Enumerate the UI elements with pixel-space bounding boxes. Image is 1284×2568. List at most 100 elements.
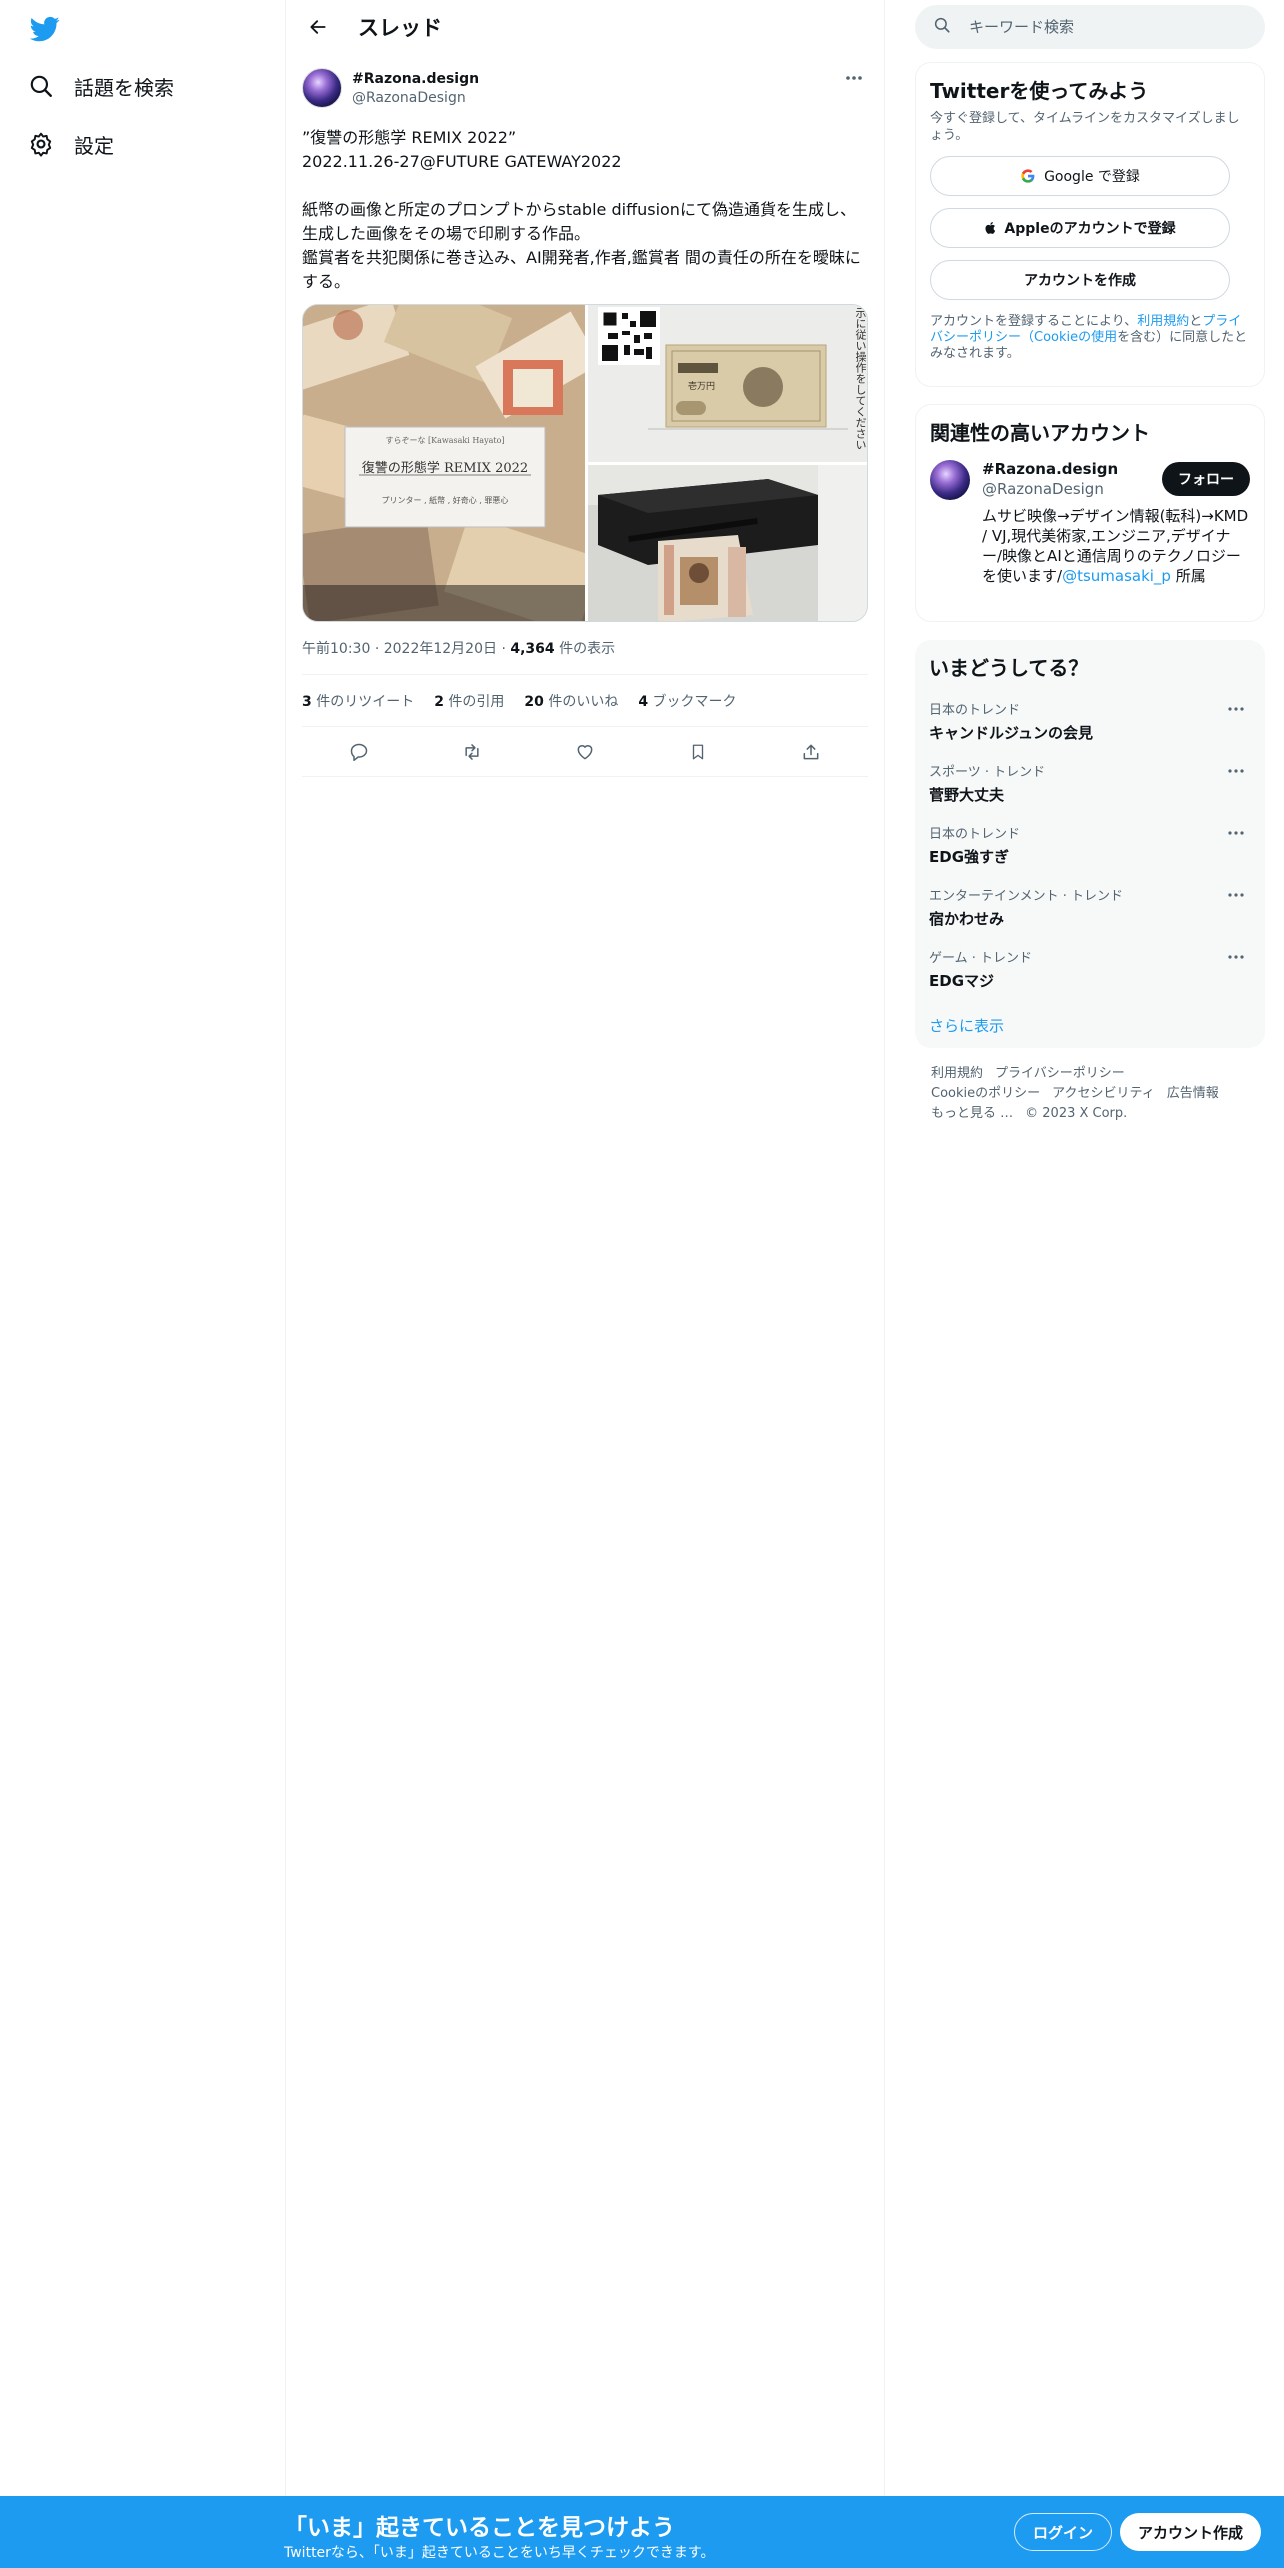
terms-prefix: アカウントを登録することにより、: [930, 314, 1138, 329]
signup-button[interactable]: アカウント作成: [1120, 2513, 1262, 2551]
footer-cookie-link[interactable]: Cookieのポリシー: [931, 1086, 1040, 1101]
author-handle[interactable]: @RazonaDesign: [352, 90, 479, 106]
follow-button[interactable]: フォロー: [1162, 462, 1250, 496]
media-image-printer[interactable]: [588, 465, 867, 621]
avatar[interactable]: [930, 460, 970, 500]
media-image-qr-banknote[interactable]: 壱万円 示に従い操作をしてください: [588, 305, 867, 462]
retweets-stat[interactable]: 3 件のリツイート: [302, 691, 414, 711]
footer-ads-link[interactable]: 広告情報: [1167, 1086, 1219, 1101]
views-label: 件の表示: [559, 641, 616, 657]
quotes-stat[interactable]: 2 件の引用: [434, 691, 504, 711]
nav-explore-label: 話題を検索: [74, 75, 174, 100]
nav-settings[interactable]: 設定: [26, 122, 114, 166]
main-column: スレッド #Razona.design @RazonaDesign ”復讐の形態…: [286, 0, 885, 2568]
footer-more-link[interactable]: もっと見る …: [931, 1106, 1013, 1121]
bill-text: 壱万円: [688, 382, 716, 392]
login-prompt-bar: 「いま」起きていることを見つけよう Twitterなら、「いま」起きていることを…: [0, 2496, 1284, 2568]
signup-desc: 今すぐ登録して、タイムラインをカスタマイズしましょう。: [930, 111, 1240, 143]
show-more-link[interactable]: さらに表示: [929, 1015, 1251, 1042]
create-account-label: アカウントを作成: [1024, 273, 1136, 289]
tweet-media-grid[interactable]: すらぞーな [Kawasaki Hayato] 復讐の形態学 REMIX 202…: [302, 304, 868, 622]
card-title: 復讐の形態学 REMIX 2022: [361, 461, 529, 476]
search-box[interactable]: [915, 5, 1265, 49]
bookmarks-count: 4: [638, 693, 649, 710]
signup-title: Twitterを使ってみよう: [930, 79, 1149, 103]
tweet: #Razona.design @RazonaDesign ”復讐の形態学 REM…: [286, 54, 884, 777]
trend-category: 日本のトレンド: [929, 827, 1021, 842]
card-subtitle: プリンター , 紙幣 , 好奇心 , 罪悪心: [381, 496, 509, 505]
media-image-banknotes[interactable]: すらぞーな [Kawasaki Hayato] 復讐の形態学 REMIX 202…: [303, 305, 585, 621]
more-icon[interactable]: [840, 68, 868, 88]
share-icon[interactable]: [793, 734, 829, 770]
bottom-bar-title: 「いま」起きていることを見つけよう: [284, 2515, 675, 2541]
quotes-label: 件の引用: [448, 693, 505, 710]
more-icon[interactable]: [1221, 699, 1251, 719]
related-title: 関連性の高いアカウント: [930, 421, 1150, 445]
tweet-text: ”復讐の形態学 REMIX 2022” 2022.11.26-27@FUTURE…: [302, 128, 861, 291]
footer-terms-link[interactable]: 利用規約: [931, 1066, 983, 1081]
trend-item[interactable]: 日本のトレンド キャンドルジュンの会見: [929, 699, 1251, 743]
google-signup-button[interactable]: Google で登録: [930, 156, 1230, 196]
trend-name: EDG強すぎ: [929, 848, 1010, 866]
google-signup-label: Google で登録: [1044, 169, 1140, 185]
terms-and: と: [1189, 314, 1203, 329]
tweet-actions: [302, 727, 868, 777]
cookie-link[interactable]: （Cookieの使用: [1021, 330, 1117, 345]
bottom-bar-subtitle: Twitterなら、「いま」起きていることをいち早くチェックできます。: [284, 2545, 715, 2561]
likes-stat[interactable]: 20 件のいいね: [524, 691, 618, 711]
more-icon[interactable]: [1221, 885, 1251, 905]
terms-link[interactable]: 利用規約: [1137, 314, 1189, 329]
tweet-date[interactable]: 2022年12月20日: [384, 641, 497, 657]
create-account-button[interactable]: アカウントを作成: [930, 260, 1230, 300]
retweets-count: 3: [302, 693, 312, 710]
trends-title: いまどうしてる？: [929, 656, 1089, 680]
bookmarks-stat[interactable]: 4 ブックマーク: [638, 691, 736, 711]
twitter-logo-icon[interactable]: [28, 14, 62, 44]
terms-text: アカウントを登録することにより、利用規約とプライバシーポリシー（Cookieの使…: [930, 314, 1250, 362]
related-account[interactable]: #Razona.design @RazonaDesign ムサビ映像→デザイン情…: [930, 460, 1250, 586]
trend-name: 菅野大丈夫: [929, 786, 1005, 804]
views-count: 4,364: [510, 641, 555, 657]
page-title: スレッド: [358, 16, 442, 40]
trend-item[interactable]: エンターテインメント · トレンド 宿かわせみ: [929, 885, 1251, 929]
trend-item[interactable]: 日本のトレンド EDG強すぎ: [929, 823, 1251, 867]
tweet-time[interactable]: 午前10:30: [302, 641, 370, 657]
trend-item[interactable]: ゲーム · トレンド EDGマジ: [929, 947, 1251, 991]
apple-signup-label: Appleのアカウントで登録: [1004, 221, 1176, 237]
retweets-label: 件のリツイート: [316, 693, 415, 710]
bookmark-icon[interactable]: [680, 734, 716, 770]
bookmarks-label: ブックマーク: [652, 693, 737, 710]
google-icon: [1020, 168, 1036, 184]
tweet-stats: 3 件のリツイート 2 件の引用 20 件のいいね 4 ブックマーク: [302, 675, 868, 727]
nav-settings-label: 設定: [74, 133, 114, 158]
apple-signup-button[interactable]: Appleのアカウントで登録: [930, 208, 1230, 248]
likes-label: 件のいいね: [548, 693, 619, 710]
footer-accessibility-link[interactable]: アクセシビリティ: [1052, 1086, 1155, 1101]
vertical-instruction-text: 示に従い操作をしてください: [854, 307, 867, 450]
footer-privacy-link[interactable]: プライバシーポリシー: [995, 1066, 1125, 1081]
thread-header: スレッド: [286, 0, 884, 54]
tweet-meta: 午前10:30 · 2022年12月20日 · 4,364 件の表示: [302, 638, 868, 675]
more-icon[interactable]: [1221, 947, 1251, 967]
retweet-icon[interactable]: [454, 734, 490, 770]
back-arrow-icon[interactable]: [302, 11, 334, 43]
trend-category: ゲーム · トレンド: [929, 951, 1033, 966]
nav-explore[interactable]: 話題を検索: [26, 64, 174, 108]
trend-name: 宿かわせみ: [929, 910, 1005, 928]
more-icon[interactable]: [1221, 823, 1251, 843]
related-bio-suffix: 所属: [1170, 567, 1206, 585]
quotes-count: 2: [434, 693, 444, 710]
trend-name: EDGマジ: [929, 972, 995, 990]
like-icon[interactable]: [567, 734, 603, 770]
reply-icon[interactable]: [341, 734, 377, 770]
avatar[interactable]: [302, 68, 342, 108]
left-nav: 話題を検索 設定: [0, 0, 286, 2568]
footer-copyright: © 2023 X Corp.: [1025, 1106, 1128, 1121]
likes-count: 20: [524, 693, 544, 710]
related-bio-link[interactable]: @tsumasaki_p: [1062, 567, 1171, 585]
more-icon[interactable]: [1221, 761, 1251, 781]
search-input[interactable]: [969, 18, 1229, 36]
login-button[interactable]: ログイン: [1014, 2513, 1113, 2551]
trend-item[interactable]: スポーツ · トレンド 菅野大丈夫: [929, 761, 1251, 805]
author-display-name[interactable]: #Razona.design: [352, 71, 479, 87]
